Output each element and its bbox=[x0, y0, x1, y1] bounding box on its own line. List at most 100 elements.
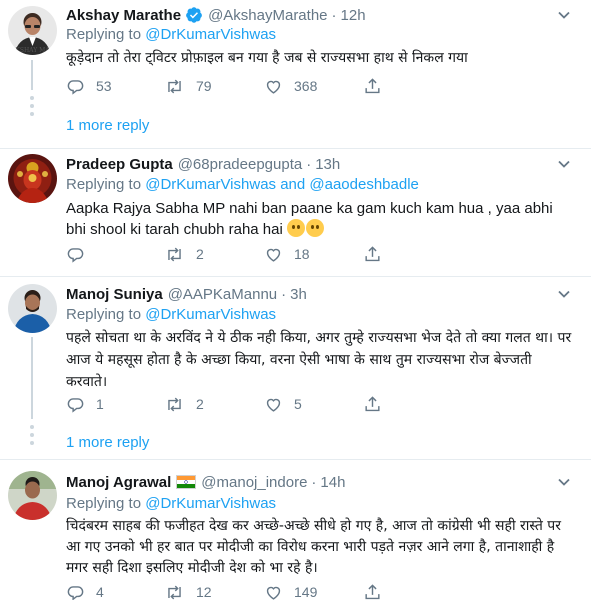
retweet-icon bbox=[168, 397, 181, 411]
tweet-pradeep-gupta[interactable]: Pradeep Gupta @68pradeepgupta · 13h Repl… bbox=[0, 149, 591, 276]
reply-icon bbox=[67, 585, 84, 600]
timestamp[interactable]: 13h bbox=[315, 156, 340, 173]
mention-link[interactable]: @DrKumarVishwas bbox=[145, 306, 276, 323]
replying-to: Replying to @DrKumarVishwas and @aaodesh… bbox=[66, 176, 419, 196]
tweet-text: पहले सोचता था के अरविंद ने ये ठीक नही कि… bbox=[66, 330, 572, 390]
separator: · bbox=[311, 473, 317, 491]
reply-button[interactable]: 4 bbox=[66, 581, 104, 600]
tweet-manoj-agrawal[interactable]: Manoj Agrawal @manoj_indore · 14h Replyi… bbox=[0, 460, 591, 600]
like-count: 18 bbox=[294, 246, 310, 262]
display-name[interactable]: Manoj Agrawal bbox=[66, 474, 171, 491]
action-bar: 4 12 149 bbox=[66, 581, 486, 600]
share-icon bbox=[365, 77, 380, 93]
show-more-replies-link[interactable]: 1 more reply bbox=[66, 434, 149, 451]
replying-to-label: Replying to bbox=[66, 306, 142, 323]
retweet-icon bbox=[168, 79, 181, 93]
user-handle[interactable]: @AAPKaMannu bbox=[168, 286, 277, 303]
thread-dot bbox=[30, 425, 34, 429]
chevron-down-icon[interactable] bbox=[553, 153, 575, 175]
thread-connector bbox=[31, 60, 33, 90]
thread-dot bbox=[30, 433, 34, 437]
thread-dot bbox=[30, 96, 34, 100]
tweet-text: चिदंबरम साहब की फजीहत देख कर अच्छे-अच्छे… bbox=[66, 518, 561, 576]
share-button[interactable] bbox=[363, 75, 382, 97]
user-handle[interactable]: @AkshayMarathe bbox=[208, 7, 327, 24]
timestamp[interactable]: 14h bbox=[320, 474, 345, 491]
mention-link[interactable]: @DrKumarVishwas and @aaodeshbadle bbox=[145, 176, 419, 193]
chevron-down-icon[interactable] bbox=[553, 471, 575, 493]
avatar[interactable] bbox=[8, 284, 57, 333]
verified-badge-icon bbox=[186, 7, 202, 23]
like-icon bbox=[266, 248, 281, 262]
retweet-icon bbox=[168, 247, 181, 261]
replying-to-label: Replying to bbox=[66, 26, 142, 43]
like-icon bbox=[266, 398, 281, 412]
like-button[interactable]: 5 bbox=[264, 393, 302, 415]
retweet-button[interactable]: 79 bbox=[164, 75, 212, 97]
timestamp[interactable]: 12h bbox=[341, 7, 366, 24]
user-handle[interactable]: @68pradeepgupta bbox=[178, 156, 303, 173]
separator: · bbox=[331, 6, 337, 24]
display-name[interactable]: Akshay Marathe bbox=[66, 7, 181, 24]
thread-dot bbox=[30, 112, 34, 116]
user-handle[interactable]: @manoj_indore bbox=[201, 474, 307, 491]
retweet-count: 79 bbox=[196, 78, 212, 94]
thinking-face-emoji bbox=[286, 219, 305, 237]
show-more-replies-link[interactable]: 1 more reply bbox=[66, 117, 149, 134]
share-button[interactable] bbox=[363, 393, 382, 415]
display-name[interactable]: Pradeep Gupta bbox=[66, 156, 173, 173]
reply-icon bbox=[67, 79, 84, 95]
avatar[interactable]: KSHAY MA bbox=[8, 6, 57, 55]
retweet-button[interactable]: 12 bbox=[164, 581, 212, 600]
reply-icon bbox=[67, 247, 84, 263]
thread-dot bbox=[30, 104, 34, 108]
tweet-header: Pradeep Gupta @68pradeepgupta · 13h bbox=[66, 153, 340, 175]
share-icon bbox=[365, 245, 380, 261]
tweet-akshay-marathe[interactable]: KSHAY MA Akshay Marathe @AkshayMarathe ·… bbox=[0, 0, 591, 149]
thread-dot bbox=[30, 441, 34, 445]
share-button[interactable] bbox=[363, 581, 382, 600]
thinking-face-emoji bbox=[305, 219, 324, 237]
reply-button[interactable] bbox=[66, 243, 96, 265]
separator: · bbox=[281, 285, 287, 303]
mention-link[interactable]: @DrKumarVishwas bbox=[145, 26, 276, 43]
chevron-down-icon[interactable] bbox=[553, 4, 575, 26]
timestamp[interactable]: 3h bbox=[290, 286, 307, 303]
chevron-down-icon[interactable] bbox=[553, 283, 575, 305]
retweet-button[interactable]: 2 bbox=[164, 393, 204, 415]
tweet-header: Manoj Agrawal @manoj_indore · 14h bbox=[66, 471, 345, 493]
retweet-count: 2 bbox=[196, 246, 204, 262]
like-count: 149 bbox=[294, 584, 318, 600]
reply-count: 4 bbox=[96, 584, 104, 600]
like-button[interactable]: 149 bbox=[264, 581, 317, 600]
like-button[interactable]: 368 bbox=[264, 75, 317, 97]
avatar[interactable] bbox=[8, 471, 57, 520]
reply-icon bbox=[67, 397, 84, 413]
replying-to: Replying to @DrKumarVishwas bbox=[66, 495, 276, 515]
tweet-manoj-suniya[interactable]: Manoj Suniya @AAPKaMannu · 3h Replying t… bbox=[0, 277, 591, 459]
mention-link[interactable]: @DrKumarVishwas bbox=[145, 495, 276, 512]
share-icon bbox=[365, 583, 380, 599]
avatar-caption: KSHAY MA bbox=[15, 47, 50, 54]
reply-button[interactable]: 53 bbox=[66, 75, 112, 97]
share-icon bbox=[365, 395, 380, 411]
retweet-button[interactable]: 2 bbox=[164, 243, 204, 265]
share-button[interactable] bbox=[363, 243, 382, 265]
action-bar: 53 79 368 bbox=[66, 75, 486, 97]
like-count: 368 bbox=[294, 78, 318, 94]
retweet-count: 2 bbox=[196, 396, 204, 412]
like-count: 5 bbox=[294, 396, 302, 412]
retweet-count: 12 bbox=[196, 584, 212, 600]
tweet-text: Aapka Rajya Sabha MP nahi ban paane ka g… bbox=[66, 198, 576, 240]
replying-to-label: Replying to bbox=[66, 495, 142, 512]
display-name[interactable]: Manoj Suniya bbox=[66, 286, 163, 303]
avatar[interactable] bbox=[8, 154, 57, 203]
thread-connector bbox=[31, 337, 33, 419]
like-button[interactable]: 18 bbox=[264, 243, 310, 265]
replying-to: Replying to @DrKumarVishwas bbox=[66, 26, 276, 46]
retweet-icon bbox=[168, 585, 181, 599]
tweet-header: Manoj Suniya @AAPKaMannu · 3h bbox=[66, 283, 307, 305]
reply-button[interactable]: 1 bbox=[66, 393, 104, 415]
reply-count: 1 bbox=[96, 396, 104, 412]
reply-count: 53 bbox=[96, 78, 112, 94]
